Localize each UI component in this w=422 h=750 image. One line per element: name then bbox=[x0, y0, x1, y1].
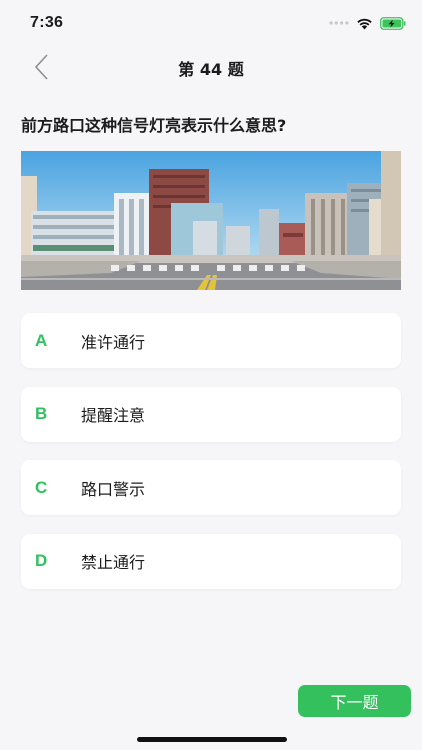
option-text: 禁止通行 bbox=[81, 553, 146, 572]
question-text: 前方路口这种信号灯亮表示什么意思? bbox=[21, 116, 287, 135]
status-bar: 7:36 bbox=[0, 0, 422, 48]
option-letter: D bbox=[35, 551, 48, 570]
option-text: 路口警示 bbox=[81, 479, 146, 499]
nav-bar: 第 44 题 bbox=[0, 44, 422, 90]
status-time: 7:36 bbox=[30, 14, 64, 31]
option-text: 提醒注意 bbox=[81, 406, 146, 425]
option-letter: B bbox=[35, 404, 48, 423]
option-letter: A bbox=[35, 330, 48, 350]
status-icons bbox=[329, 16, 406, 30]
option-text: 准许通行 bbox=[81, 332, 146, 352]
next-question-button[interactable]: 下一题 bbox=[298, 685, 411, 717]
answer-options: A 准许通行 B 提醒注意 C 路口警示 D 禁止通行 bbox=[21, 313, 401, 607]
home-indicator[interactable] bbox=[137, 737, 287, 742]
option-b[interactable]: B 提醒注意 bbox=[21, 386, 401, 442]
battery-charging-icon bbox=[380, 16, 406, 30]
wifi-icon bbox=[357, 18, 372, 29]
question-image bbox=[21, 151, 401, 290]
option-d[interactable]: D 禁止通行 bbox=[21, 533, 401, 589]
option-letter: C bbox=[35, 477, 48, 497]
option-a[interactable]: A 准许通行 bbox=[21, 313, 401, 368]
page-title: 第 44 题 bbox=[178, 60, 244, 79]
signal-dots-icon bbox=[329, 21, 349, 25]
option-c[interactable]: C 路口警示 bbox=[21, 460, 401, 515]
